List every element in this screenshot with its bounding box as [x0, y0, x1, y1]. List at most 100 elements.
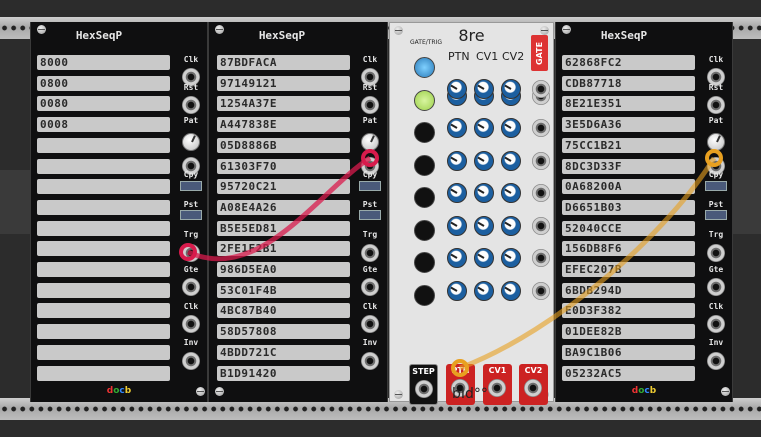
step-button[interactable]: [414, 154, 435, 176]
cv1-knob[interactable]: [474, 150, 494, 171]
cv2-knob[interactable]: [501, 79, 521, 99]
hex-field[interactable]: 6BDB294D: [562, 282, 695, 298]
step-button[interactable]: [414, 219, 435, 241]
pattern-knob[interactable]: [707, 133, 725, 151]
cv2-output-jack[interactable]: [524, 379, 542, 397]
step-button[interactable]: [414, 187, 435, 208]
jack-port[interactable]: [707, 244, 725, 262]
gate-jack[interactable]: [532, 249, 550, 267]
hex-field[interactable]: 156DB8F6: [562, 241, 695, 257]
hex-field[interactable]: 3E5D6A36: [562, 117, 695, 133]
hex-field[interactable]: 87BDFACA: [217, 55, 350, 70]
cv1-output-jack[interactable]: [488, 379, 506, 397]
hex-field[interactable]: 0080: [37, 96, 170, 112]
cv2-knob[interactable]: [501, 280, 521, 301]
gate-jack[interactable]: [532, 80, 550, 98]
cv2-knob[interactable]: [501, 248, 521, 268]
hex-field[interactable]: 75CC1B21: [562, 137, 695, 153]
hex-field[interactable]: 0008: [37, 117, 170, 133]
hex-field[interactable]: 4BDD721C: [217, 344, 350, 360]
step-button[interactable]: [414, 57, 435, 78]
cv2-knob[interactable]: [501, 150, 521, 171]
hex-field[interactable]: CDB87718: [562, 75, 695, 91]
jack-port[interactable]: [182, 352, 200, 370]
step-button[interactable]: [414, 284, 435, 306]
hex-field[interactable]: 0A68200A: [562, 179, 695, 195]
jack-port[interactable]: [707, 315, 725, 333]
pattern-knob[interactable]: [182, 133, 200, 151]
jack-port[interactable]: [361, 315, 379, 333]
cv1-knob[interactable]: [474, 79, 494, 99]
hex-field[interactable]: 61303F70: [217, 158, 350, 174]
ptn-knob[interactable]: [447, 248, 467, 268]
hex-field[interactable]: [37, 324, 170, 340]
hex-field[interactable]: 05232AC5: [562, 365, 695, 381]
hex-field[interactable]: EFEC207B: [562, 262, 695, 277]
jack-port[interactable]: [707, 352, 725, 370]
hex-field[interactable]: B5E5ED81: [217, 220, 350, 236]
hex-field[interactable]: [37, 179, 170, 195]
ptn-knob[interactable]: [447, 215, 467, 236]
hex-field[interactable]: [37, 282, 170, 298]
gate-jack[interactable]: [532, 281, 550, 300]
action-button[interactable]: [359, 181, 381, 191]
cv1-knob[interactable]: [474, 215, 494, 236]
hex-field[interactable]: 58D57808: [217, 324, 350, 340]
hex-field[interactable]: [37, 199, 170, 215]
step-button[interactable]: [414, 89, 435, 111]
step-button[interactable]: [414, 252, 435, 273]
hex-field[interactable]: 1254A37E: [217, 96, 350, 112]
action-button[interactable]: [705, 181, 727, 191]
hex-field[interactable]: 52040CCE: [562, 220, 695, 236]
hex-field[interactable]: [37, 344, 170, 360]
hex-field[interactable]: 986D5EA0: [217, 262, 350, 277]
hex-field[interactable]: 53C01F4B: [217, 282, 350, 298]
action-button[interactable]: [359, 210, 381, 220]
pattern-knob[interactable]: [361, 133, 379, 151]
gate-jack[interactable]: [532, 119, 550, 137]
hex-field[interactable]: 62868FC2: [562, 55, 695, 70]
cv1-knob[interactable]: [474, 280, 494, 301]
hex-field[interactable]: [37, 365, 170, 381]
gate-jack[interactable]: [532, 184, 550, 202]
hex-field[interactable]: [37, 158, 170, 174]
hex-field[interactable]: 8DC3D33F: [562, 158, 695, 174]
action-button[interactable]: [705, 210, 727, 220]
hex-field[interactable]: [37, 303, 170, 319]
hex-field[interactable]: 0800: [37, 75, 170, 91]
cv2-knob[interactable]: [501, 183, 521, 203]
ptn-knob[interactable]: [447, 79, 467, 99]
hex-field[interactable]: 01DEE82B: [562, 324, 695, 340]
hex-field[interactable]: [37, 137, 170, 153]
cv1-knob[interactable]: [474, 183, 494, 203]
ptn-knob[interactable]: [447, 118, 467, 138]
ptn-knob[interactable]: [447, 183, 467, 203]
hex-field[interactable]: 95720C21: [217, 179, 350, 195]
hex-field[interactable]: 97149121: [217, 75, 350, 91]
hex-field[interactable]: 8E21E351: [562, 96, 695, 112]
cv1-knob[interactable]: [474, 248, 494, 268]
jack-port[interactable]: [182, 315, 200, 333]
gate-jack[interactable]: [532, 216, 550, 235]
hex-field[interactable]: 4BC87B40: [217, 303, 350, 319]
cv1-knob[interactable]: [474, 118, 494, 138]
hex-field[interactable]: D6651B03: [562, 199, 695, 215]
action-button[interactable]: [180, 210, 202, 220]
jack-port[interactable]: [707, 278, 725, 296]
hex-field[interactable]: BA9C1B06: [562, 344, 695, 360]
jack-port[interactable]: [182, 96, 200, 114]
ptn-knob[interactable]: [447, 280, 467, 301]
hex-field[interactable]: [37, 241, 170, 257]
jack-port[interactable]: [707, 96, 725, 114]
cv2-knob[interactable]: [501, 215, 521, 236]
ptn-knob[interactable]: [447, 150, 467, 171]
step-output-jack[interactable]: [415, 380, 433, 398]
hex-field[interactable]: E0D3F382: [562, 303, 695, 319]
hex-field[interactable]: 8000: [37, 55, 170, 70]
hex-field[interactable]: [37, 262, 170, 277]
hex-field[interactable]: [37, 220, 170, 236]
jack-port[interactable]: [182, 278, 200, 296]
hex-field[interactable]: B1D91420: [217, 365, 350, 381]
jack-port[interactable]: [182, 244, 200, 262]
action-button[interactable]: [180, 181, 202, 191]
